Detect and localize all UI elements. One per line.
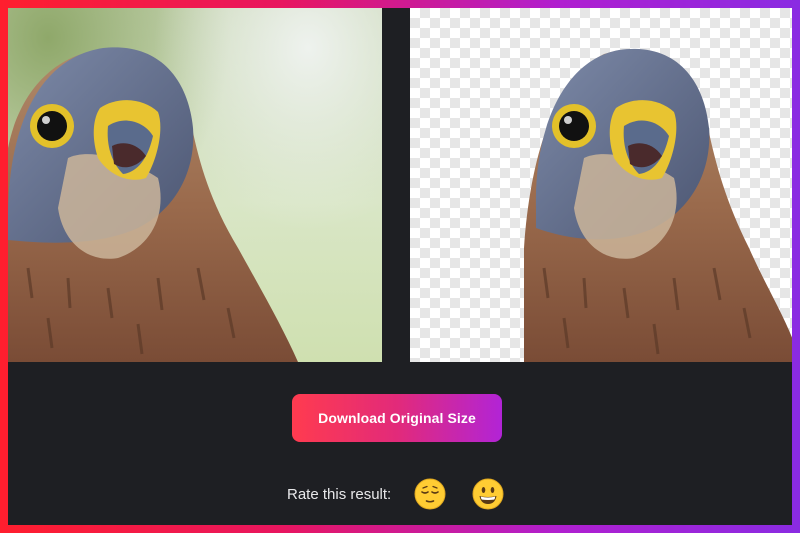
kestrel-background-removed-image bbox=[524, 48, 792, 362]
result-card: Download Original Size Rate this result: bbox=[8, 8, 792, 525]
grinning-face-emoji-icon[interactable] bbox=[472, 478, 504, 510]
kestrel-original-image bbox=[8, 47, 298, 362]
relieved-face-emoji-icon[interactable] bbox=[414, 478, 446, 510]
download-original-size-button[interactable]: Download Original Size bbox=[292, 394, 502, 442]
original-image-panel bbox=[8, 8, 382, 362]
rating-bar: Rate this result: bbox=[8, 478, 792, 512]
panel-divider bbox=[382, 8, 410, 362]
rating-label: Rate this result: bbox=[287, 486, 392, 503]
result-image-panel bbox=[410, 8, 792, 362]
gradient-frame: Download Original Size Rate this result: bbox=[0, 0, 800, 533]
